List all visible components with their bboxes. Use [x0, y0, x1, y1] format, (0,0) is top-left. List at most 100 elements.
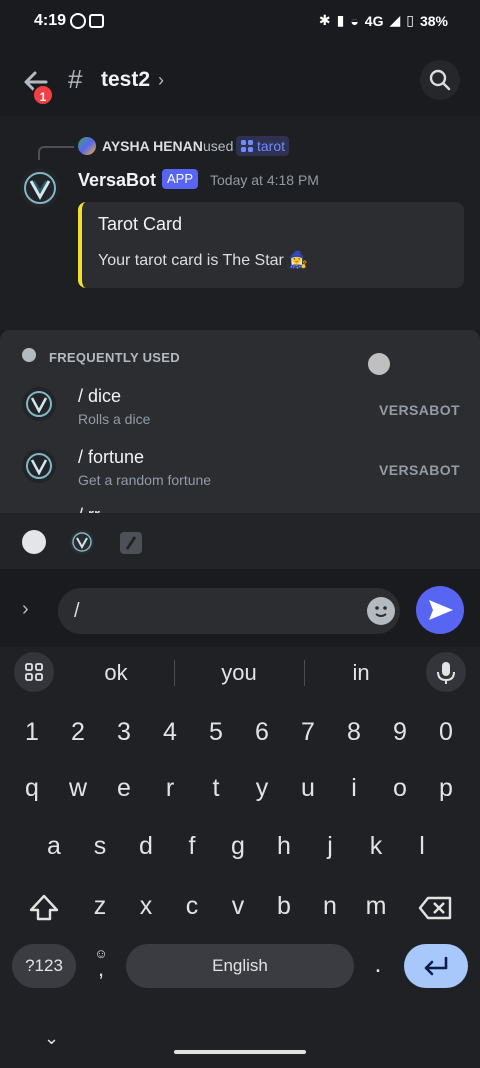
key-u[interactable]: u	[288, 774, 328, 803]
emoji-comma-key[interactable]: ☺ ,	[88, 946, 114, 986]
key-d[interactable]: d	[126, 832, 166, 861]
enter-key[interactable]	[404, 944, 468, 988]
key-h[interactable]: h	[264, 832, 304, 861]
symbols-key[interactable]: ?123	[12, 944, 76, 988]
bot-avatar[interactable]	[20, 168, 60, 208]
search-button[interactable]	[420, 60, 460, 100]
fortune-command-name[interactable]: / fortune	[78, 447, 144, 468]
suggestion-divider	[304, 660, 305, 686]
chevron-right-icon[interactable]: ›	[158, 70, 164, 91]
key-z[interactable]: z	[80, 892, 120, 921]
shift-key[interactable]	[22, 888, 66, 928]
key-g[interactable]: g	[218, 832, 258, 861]
suggestion-1[interactable]: ok	[86, 660, 146, 686]
status-right: ✱ ▮ ◒ 4G ◢ ▯ 38%	[319, 12, 448, 29]
slash-icon	[125, 536, 137, 550]
key-c[interactable]: c	[172, 892, 212, 921]
voice-input-button[interactable]	[426, 652, 466, 692]
dice-command-source: VERSABOT	[379, 402, 460, 418]
vibrate-icon: ▮	[336, 12, 345, 28]
period-key[interactable]: .	[358, 950, 398, 979]
bluetooth-icon: ✱	[318, 12, 331, 28]
send-button[interactable]	[416, 586, 464, 634]
key-q[interactable]: q	[12, 774, 52, 803]
versabot-logo-icon	[26, 391, 52, 417]
fortune-command-desc[interactable]: Get a random fortune	[78, 472, 211, 488]
suggestion-divider	[174, 660, 175, 686]
hash-icon: #	[68, 64, 83, 94]
versabot-logo-icon	[26, 453, 52, 479]
key-x[interactable]: x	[126, 892, 166, 921]
key-0[interactable]: 0	[426, 718, 466, 747]
unread-badge: 1	[32, 84, 54, 106]
key-y[interactable]: y	[242, 774, 282, 803]
key-9[interactable]: 9	[380, 718, 420, 747]
dice-command-avatar	[22, 387, 56, 421]
key-e[interactable]: e	[104, 774, 144, 803]
hide-keyboard-chevron-down-icon[interactable]: ⌄	[44, 1028, 59, 1049]
reply-connector	[38, 146, 74, 160]
dice-command-desc[interactable]: Rolls a dice	[78, 411, 150, 427]
message-timestamp: Today at 4:18 PM	[210, 172, 319, 188]
microphone-icon	[437, 662, 455, 684]
key-k[interactable]: k	[356, 832, 396, 861]
key-7[interactable]: 7	[288, 718, 328, 747]
key-j[interactable]: j	[310, 832, 350, 861]
key-3[interactable]: 3	[104, 718, 144, 747]
space-key[interactable]: English	[126, 944, 354, 988]
key-v[interactable]: v	[218, 892, 258, 921]
versabot-tab-icon[interactable]	[70, 530, 94, 554]
frequently-used-label: FREQUENTLY USED	[49, 350, 180, 365]
key-s[interactable]: s	[80, 832, 120, 861]
key-5[interactable]: 5	[196, 718, 236, 747]
command-user-name[interactable]: AYSHA HENAN	[102, 138, 203, 154]
key-t[interactable]: t	[196, 774, 236, 803]
recent-tab-clock-icon[interactable]	[22, 530, 46, 554]
signal-icon: ◢	[389, 12, 401, 28]
user-avatar-small[interactable]	[78, 137, 96, 155]
key-4[interactable]: 4	[150, 718, 190, 747]
grid-icon	[25, 663, 43, 681]
key-6[interactable]: 6	[242, 718, 282, 747]
status-time: 4:19	[34, 12, 67, 29]
versabot-logo-icon	[72, 532, 92, 552]
suggestion-3[interactable]: in	[336, 660, 386, 686]
key-m[interactable]: m	[356, 892, 396, 921]
key-p[interactable]: p	[426, 774, 466, 803]
key-1[interactable]: 1	[12, 718, 52, 747]
emoji-button[interactable]	[367, 597, 395, 625]
rr-command-row[interactable]: / rr	[0, 503, 480, 513]
key-f[interactable]: f	[172, 832, 212, 861]
send-icon	[429, 600, 453, 620]
keyboard-menu-button[interactable]	[14, 652, 54, 692]
rr-command-name[interactable]: / rr	[78, 505, 100, 513]
key-i[interactable]: i	[334, 774, 374, 803]
backspace-key[interactable]	[414, 888, 458, 928]
bot-name[interactable]: VersaBot	[78, 170, 156, 191]
key-r[interactable]: r	[150, 774, 190, 803]
command-chip[interactable]: tarot	[236, 136, 290, 156]
expand-actions-button[interactable]: ›	[22, 598, 29, 621]
message-input[interactable]	[58, 588, 400, 634]
key-2[interactable]: 2	[58, 718, 98, 747]
key-a[interactable]: a	[34, 832, 74, 861]
key-w[interactable]: w	[58, 774, 98, 803]
whatsapp-icon	[70, 13, 104, 29]
key-8[interactable]: 8	[334, 718, 374, 747]
suggestion-2[interactable]: you	[204, 660, 274, 686]
channel-title[interactable]: test2	[101, 68, 150, 92]
key-b[interactable]: b	[264, 892, 304, 921]
shift-icon	[29, 894, 59, 921]
key-l[interactable]: l	[402, 832, 442, 861]
builtin-commands-tab-icon[interactable]	[120, 532, 142, 554]
embed-title: Tarot Card	[98, 214, 183, 234]
key-n[interactable]: n	[310, 892, 350, 921]
dice-command-name[interactable]: / dice	[78, 386, 121, 407]
wifi-icon: ◒	[350, 12, 359, 29]
versabot-logo-icon	[24, 172, 56, 204]
app-tag: APP	[162, 169, 199, 189]
search-icon	[429, 69, 451, 91]
apps-icon	[241, 140, 253, 152]
key-o[interactable]: o	[380, 774, 420, 803]
home-gesture-bar[interactable]	[174, 1050, 306, 1054]
